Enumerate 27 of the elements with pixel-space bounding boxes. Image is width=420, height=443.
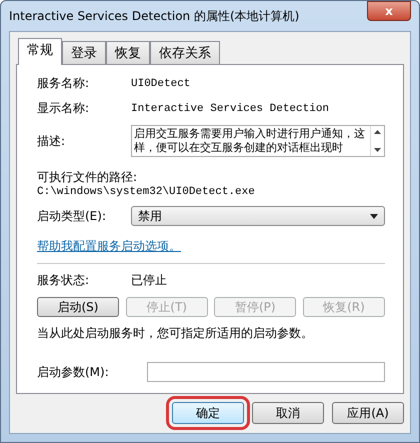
tab[interactable]: 恢复 [106,41,150,64]
field-label: 描述: [37,132,66,150]
dialog-button[interactable]: 应用(A) [332,402,404,424]
help-link[interactable]: 帮助我配置服务启动选项。 [37,238,181,255]
dropdown-arrow-icon [370,214,378,218]
start-parameters-field[interactable] [147,362,385,382]
field-label: 启动参数(M): [37,364,110,380]
service-status: 已停止 [131,272,167,289]
field-label: 可执行文件的路径: [37,169,138,186]
dialog-button[interactable]: 取消 [252,402,324,424]
tab[interactable]: 登录 [62,41,106,64]
description-box[interactable]: 启用交互服务需要用户输入时进行用户通知，这样，便可以在交互服务创建的对话框出现时 [131,125,385,157]
display-name: Interactive Services Detection [131,102,330,114]
startup-type-dropdown[interactable]: 禁用 [131,206,385,226]
executable-path: C:\windows\system32\UI0Detect.exe [37,186,255,198]
field-label: 启动类型(E): [37,208,107,224]
field-label: 服务名称: [37,75,90,92]
tab[interactable]: 依存关系 [150,41,220,64]
window-title: Interactive Services Detection 的属性(本地计算机) [9,8,300,24]
field-label: 显示名称: [37,100,90,117]
service-button[interactable]: 启动(S) [37,297,119,317]
hint-text: 当从此处启动服务时，您可指定所适用的启动参数。 [37,325,314,342]
field-label: 服务状态: [37,272,90,289]
tab[interactable]: 常规 [18,38,62,65]
service-name: UI0Detect [131,78,190,90]
scroll-down-icon[interactable] [374,148,381,152]
scroll-up-icon[interactable] [374,130,381,134]
